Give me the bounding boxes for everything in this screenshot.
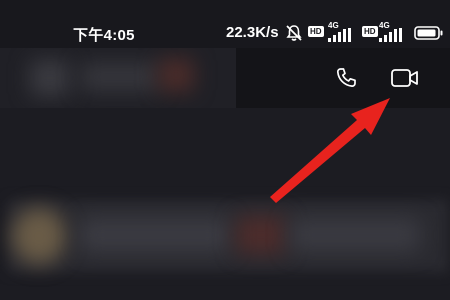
voice-call-button[interactable] xyxy=(328,60,364,96)
chat-header-actions xyxy=(236,48,450,108)
contact-avatar xyxy=(30,60,70,96)
contact-name xyxy=(80,62,160,92)
message-bubble xyxy=(80,218,230,252)
mute-icon xyxy=(286,25,302,41)
chat-header-contact[interactable] xyxy=(0,48,236,108)
video-call-icon xyxy=(391,69,418,87)
signal-icon xyxy=(328,28,351,42)
sim2-indicator: HD 4G xyxy=(362,21,412,44)
contact-badge xyxy=(158,58,194,92)
hd-badge: HD xyxy=(362,26,378,37)
hd-badge: HD xyxy=(308,26,324,37)
network-speed: 22.3K/s xyxy=(226,24,279,41)
phone-icon xyxy=(336,68,356,87)
video-call-button[interactable] xyxy=(387,60,423,96)
chat-messages-area[interactable] xyxy=(0,108,450,300)
sim1-indicator: HD 4G xyxy=(308,21,358,44)
message-highlight xyxy=(236,216,286,254)
status-bar: 下午4:05 22.3K/s HD 4G HD 4G xyxy=(0,0,450,48)
message-avatar xyxy=(12,208,66,264)
signal-icon xyxy=(379,28,402,42)
battery-icon xyxy=(414,26,443,40)
status-time: 下午4:05 xyxy=(73,27,135,44)
message-bubble xyxy=(290,218,420,252)
